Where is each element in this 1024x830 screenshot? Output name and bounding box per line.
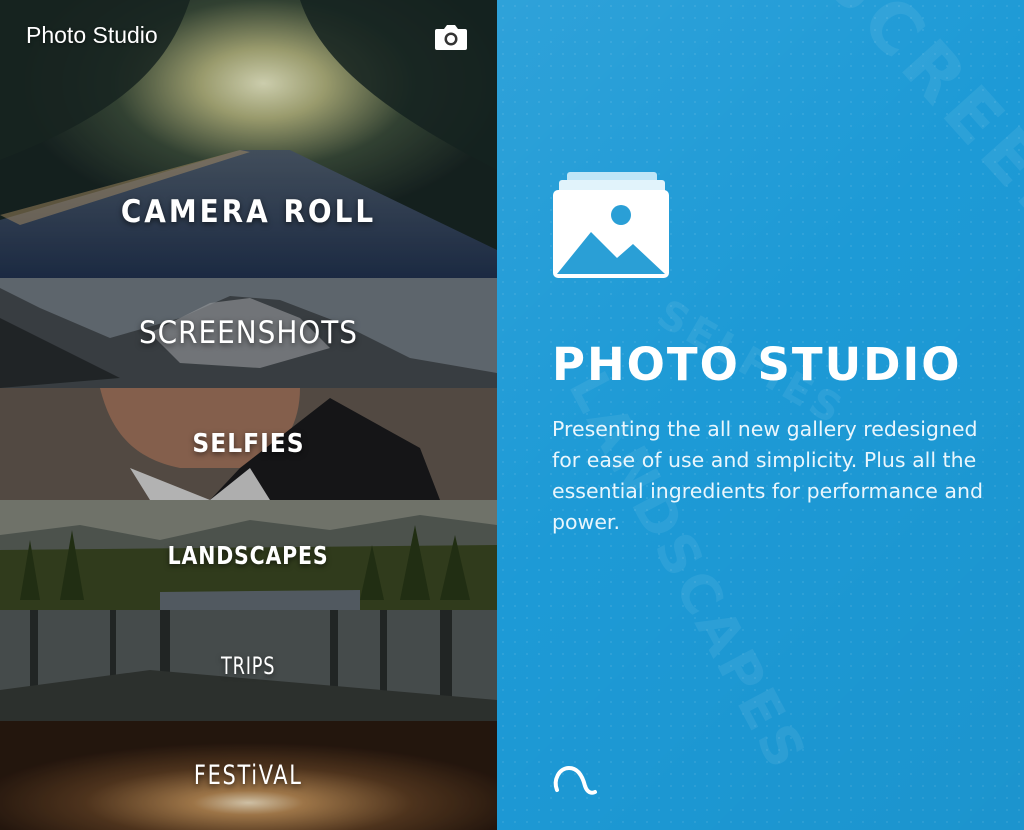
- album-list: Photo Studio CAMERA ROLL SCREENSHOTS SEL…: [0, 0, 497, 830]
- album-label: FESTiVAL: [194, 760, 303, 791]
- album-label: SCREENSHOTS: [138, 315, 359, 351]
- camera-icon[interactable]: [432, 20, 470, 54]
- top-bar: Photo Studio: [0, 0, 497, 74]
- album-selfies[interactable]: SELFIES: [0, 388, 497, 500]
- promo-panel: SCREENSHOTS LANDSCAPES SELFIES PHOTO STU…: [497, 0, 1024, 830]
- album-landscapes[interactable]: LANDSCAPES: [0, 500, 497, 610]
- album-trips[interactable]: TRIPS: [0, 610, 497, 721]
- album-label: LANDSCAPES: [168, 540, 329, 570]
- album-screenshots[interactable]: SCREENSHOTS: [0, 278, 497, 388]
- promo-description: Presenting the all new gallery redesigne…: [552, 417, 984, 534]
- album-label: TRIPS: [221, 651, 276, 680]
- album-label: CAMERA ROLL: [120, 194, 377, 230]
- album-label: SELFIES: [192, 429, 305, 459]
- promo-title: PHOTO STUDIO: [552, 338, 962, 391]
- app-title: Photo Studio: [26, 22, 158, 48]
- album-festival[interactable]: FESTiVAL: [0, 721, 497, 830]
- brand-logo-icon: [549, 760, 599, 800]
- gallery-icon: [551, 170, 671, 278]
